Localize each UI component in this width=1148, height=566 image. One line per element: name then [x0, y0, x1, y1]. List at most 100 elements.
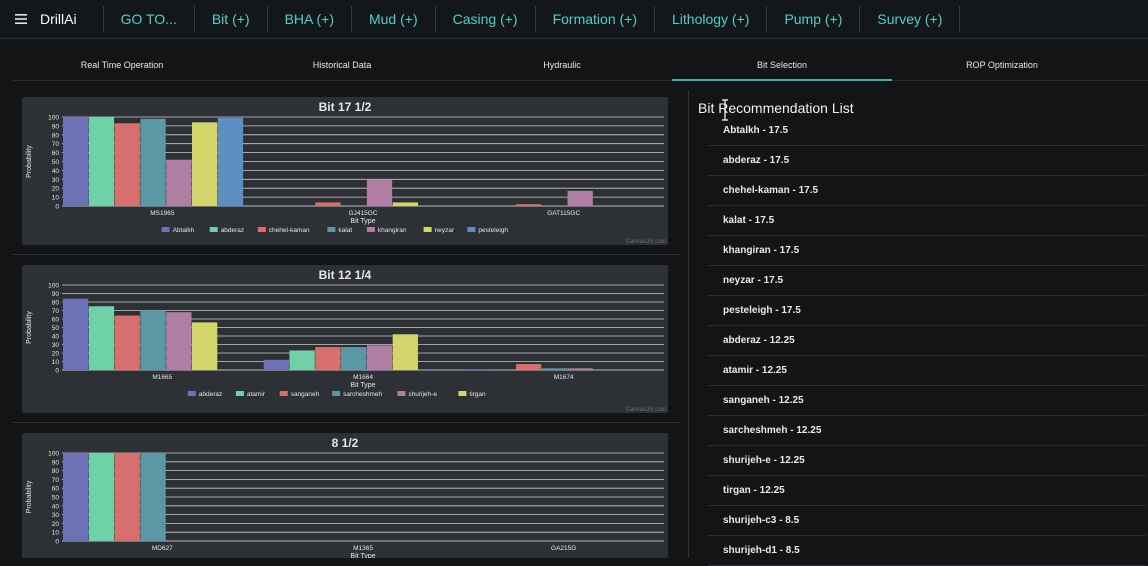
nav-casing[interactable]: Casing (+) [434, 6, 535, 32]
x-axis-label: Bit Type [350, 382, 375, 389]
nav-formation[interactable]: Formation (+) [534, 6, 654, 32]
y-tick-label: 70 [52, 141, 60, 148]
list-item[interactable]: abderaz - 17.5 [708, 146, 1146, 176]
bar [114, 123, 140, 206]
chart-svg: Bit 17 1/2 0 10 20 30 40 50 60 70 80 90100 Probabil… [26, 100, 666, 245]
y-tick-label: 90 [52, 459, 60, 466]
chart-bit-8-half: 8 1/2 0 10 20 30 40 50 60 70 80 90 100 Probability MD… [22, 433, 668, 558]
y-tick-label: 50 [52, 325, 60, 332]
legend-label: pesteleigh [478, 227, 508, 234]
list-item[interactable]: atamir - 12.25 [708, 356, 1146, 386]
tab-bar: Real Time Operation Historical Data Hydr… [12, 52, 1148, 81]
nav-pump[interactable]: Pump (+) [766, 6, 859, 32]
y-tick-label: 100 [48, 283, 59, 290]
y-tick-label: 30 [52, 177, 60, 184]
y-tick-label: 50 [52, 159, 60, 166]
x-tick-label: M1664 [353, 374, 373, 381]
y-tick-label: 70 [52, 477, 60, 484]
nav-lithology[interactable]: Lithology (+) [654, 6, 766, 32]
list-item[interactable]: abderaz - 12.25 [708, 326, 1146, 356]
legend-swatch [187, 391, 196, 396]
list-item[interactable]: shurijeh-c3 - 8.5 [708, 506, 1146, 536]
chart-bit-17-half: Bit 17 1/2 0 10 20 30 40 50 60 70 80 90 100 Probabil… [22, 97, 668, 245]
legend-label: Abtalkh [173, 227, 195, 234]
legend-label: sarcheshmeh [343, 391, 382, 398]
x-tick-label: MD627 [152, 545, 173, 552]
bar [114, 315, 140, 370]
tab-bit-selection[interactable]: Bit Selection [672, 52, 892, 81]
y-tick-label: 10 [52, 359, 60, 366]
x-tick-label: GAT115GC [547, 210, 580, 217]
legend-label: abderaz [221, 227, 245, 234]
bar [192, 122, 218, 206]
nav-bha[interactable]: BHA (+) [266, 6, 351, 32]
legend-swatch [458, 391, 467, 396]
chart-bit-12-quarter: Bit 12 1/4 0 10 20 30 40 50 60 70 80 90 100 Probabil… [22, 265, 668, 413]
bar [166, 159, 192, 206]
bar [366, 345, 393, 370]
tab-real-time-operation[interactable]: Real Time Operation [12, 52, 232, 80]
bar [63, 298, 89, 370]
bar [315, 202, 341, 206]
legend-label: tirgan [469, 391, 486, 398]
bar [88, 117, 115, 206]
hamburger-menu-icon[interactable] [2, 0, 40, 38]
main-nav: GO TO... Bit (+) BHA (+) Mud (+) Casing … [102, 0, 961, 38]
nav-bit[interactable]: Bit (+) [193, 6, 267, 32]
bar [140, 453, 166, 541]
list-item[interactable]: khangiran - 17.5 [708, 236, 1146, 266]
bar [515, 204, 542, 206]
tab-hydraulic[interactable]: Hydraulic [452, 52, 672, 80]
list-item[interactable]: shurijeh-d1 - 8.5 [708, 536, 1146, 566]
x-tick-label: MS1965 [150, 210, 175, 217]
x-axis-label: Bit Type [350, 218, 375, 225]
list-item[interactable]: tirgan - 12.25 [708, 476, 1146, 506]
list-item[interactable]: Abtalkh - 17.5 [708, 116, 1146, 146]
bar [263, 359, 289, 370]
nav-mud[interactable]: Mud (+) [350, 6, 435, 32]
bar [515, 364, 542, 370]
recommendation-list: Abtalkh - 17.5 abderaz - 17.5 chehel-kam… [708, 116, 1146, 566]
bar [464, 369, 490, 370]
y-tick-label: 30 [52, 342, 60, 349]
nav-goto[interactable]: GO TO... [102, 6, 194, 32]
bar [289, 350, 315, 370]
list-item[interactable]: shurijeh-e - 12.25 [708, 446, 1146, 476]
y-tick-label: 20 [52, 186, 60, 193]
list-item[interactable]: pesteleigh - 17.5 [708, 296, 1146, 326]
legend-label: chehel-kaman [269, 227, 310, 234]
nav-survey[interactable]: Survey (+) [859, 6, 961, 32]
bar [63, 117, 89, 206]
tab-rop-optimization[interactable]: ROP Optimization [892, 52, 1112, 80]
bar [567, 368, 593, 370]
y-tick-label: 30 [52, 512, 60, 519]
bar [114, 453, 140, 541]
y-axis-label: Probability [26, 145, 33, 178]
y-tick-label: 20 [52, 351, 60, 358]
y-tick-label: 0 [55, 204, 59, 211]
app-title[interactable]: DrillAi [40, 11, 77, 27]
list-item[interactable]: kalat - 17.5 [708, 206, 1146, 236]
bar [392, 334, 418, 370]
legend-swatch [423, 227, 432, 232]
bar [192, 322, 218, 370]
y-tick-label: 0 [55, 368, 59, 375]
y-tick-label: 100 [48, 451, 59, 458]
bar [88, 306, 115, 370]
list-item[interactable]: sarcheshmeh - 12.25 [708, 416, 1146, 446]
tab-historical-data[interactable]: Historical Data [232, 52, 452, 80]
bar [217, 117, 244, 206]
list-item[interactable]: chehel-kaman - 17.5 [708, 176, 1146, 206]
bar [392, 202, 418, 206]
y-tick-label: 40 [52, 168, 60, 175]
legend-swatch [257, 227, 266, 232]
divider [12, 422, 680, 423]
y-tick-label: 100 [48, 115, 59, 122]
list-item[interactable]: sanganeh - 12.25 [708, 386, 1146, 416]
chart-watermark: CanvasJS.com [626, 407, 666, 413]
chart-svg: Bit 12 1/4 0 1020 3040 5060 7080 90100 Probabil… [26, 268, 666, 413]
divider [12, 254, 680, 255]
list-item[interactable]: neyzar - 17.5 [708, 266, 1146, 296]
y-tick-label: 70 [52, 308, 60, 315]
legend-label: kalat [338, 227, 352, 234]
